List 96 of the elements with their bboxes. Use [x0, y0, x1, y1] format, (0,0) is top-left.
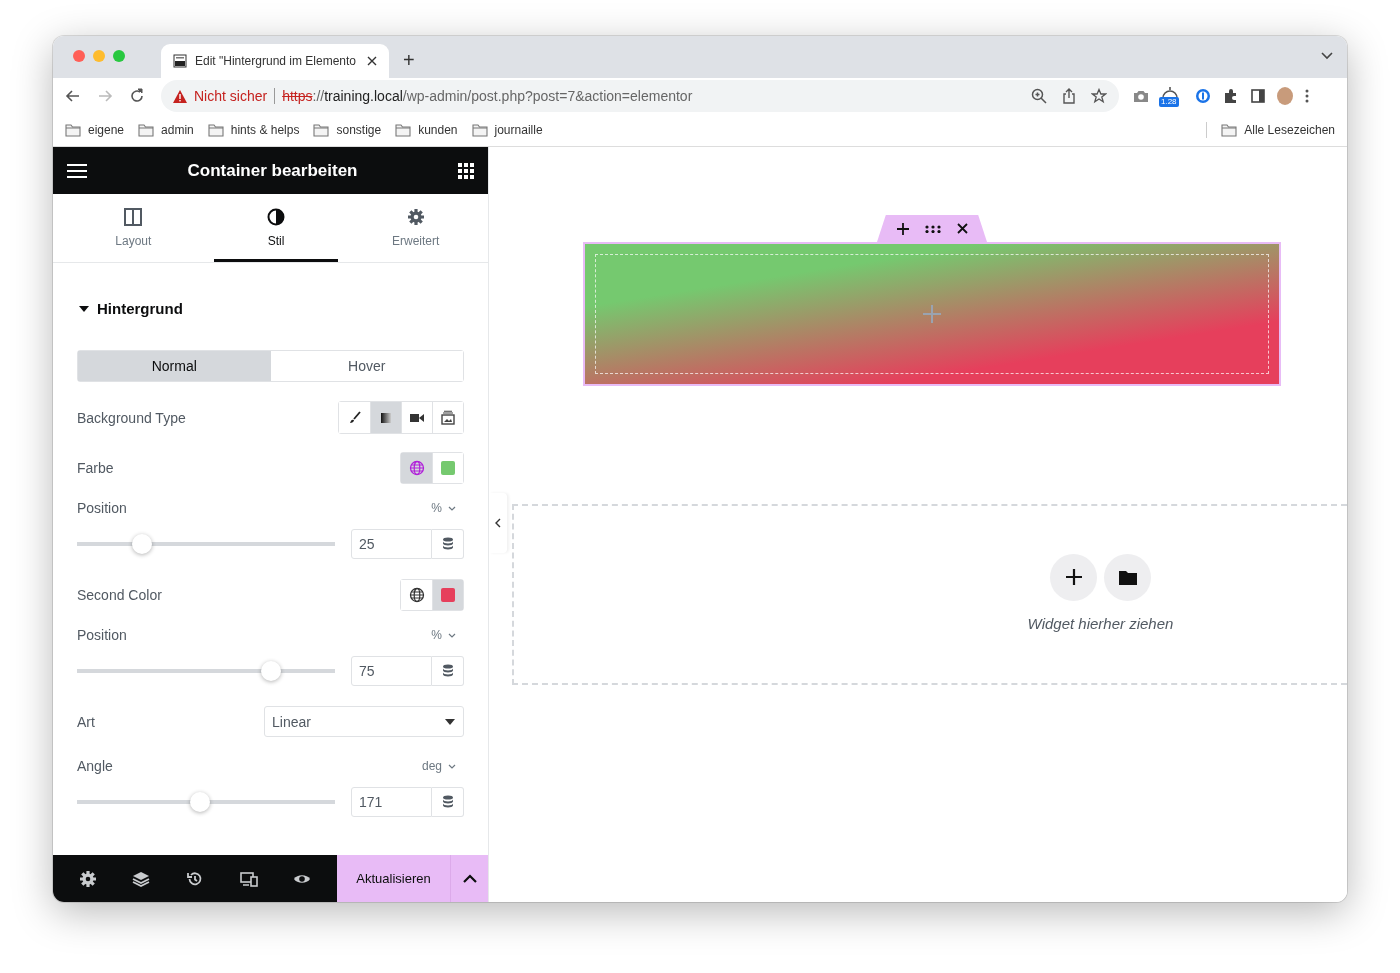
- bookmark-link[interactable]: journaille: [494, 123, 543, 137]
- slideshow-icon: [440, 409, 456, 426]
- caret-down-icon: [445, 718, 455, 725]
- gradient-container[interactable]: [583, 242, 1281, 386]
- folder-icon: [1118, 569, 1137, 585]
- slider-thumb[interactable]: [189, 791, 210, 812]
- field-label: Position: [77, 627, 127, 643]
- gear-icon: [406, 208, 425, 226]
- history-icon[interactable]: [186, 869, 204, 888]
- slider-thumb[interactable]: [131, 533, 152, 554]
- unit-selector[interactable]: %: [431, 501, 456, 515]
- panel-title: Container bearbeiten: [187, 160, 358, 181]
- state-tab[interactable]: Normal: [78, 351, 271, 381]
- database-icon: [441, 795, 454, 808]
- section-toggle[interactable]: Hintergrund: [79, 300, 464, 317]
- folder-icon[interactable]: [471, 123, 488, 137]
- chevron-down-icon: [448, 632, 456, 638]
- drop-zone-hint: Widget hierher ziehen: [1027, 614, 1174, 632]
- close-icon[interactable]: [956, 223, 968, 234]
- more-icon[interactable]: [1305, 88, 1309, 104]
- globe-icon: [408, 459, 425, 476]
- field-label: Background Type: [77, 409, 186, 426]
- puzzle-icon[interactable]: [1223, 88, 1239, 104]
- chevron-down-icon: [448, 763, 456, 769]
- chevron-down-icon: [448, 505, 456, 511]
- field-label: Art: [77, 713, 95, 730]
- field-label: Angle: [77, 758, 113, 774]
- bookmark-link[interactable]: kunden: [418, 123, 458, 137]
- plus-icon[interactable]: [896, 222, 909, 235]
- globe-icon: [408, 586, 425, 603]
- database-icon: [441, 664, 454, 677]
- slider-thumb[interactable]: [260, 660, 281, 681]
- dynamic-tags-button[interactable]: [432, 786, 464, 817]
- chevron-down-icon[interactable]: [1321, 52, 1333, 60]
- folder-icon[interactable]: [395, 123, 412, 137]
- extension-badge: 1.28: [1159, 97, 1179, 107]
- bookmark-link[interactable]: hints & helps: [230, 123, 300, 137]
- panel-tab[interactable]: Erweitert: [353, 197, 478, 262]
- favicon-icon: [173, 54, 187, 68]
- zoom-icon[interactable]: [1031, 88, 1047, 104]
- settings-icon[interactable]: [78, 869, 97, 888]
- folder-icon[interactable]: [1221, 123, 1238, 137]
- field-label: Position: [77, 500, 127, 516]
- global-colors-button[interactable]: [401, 452, 432, 483]
- address-bar[interactable]: Nicht sicher https://training.local/wp-admin/post.php?post=7&action=elementor: [161, 80, 1119, 112]
- color-picker-button[interactable]: [432, 579, 463, 610]
- share-icon[interactable]: [1061, 88, 1077, 104]
- folder-icon[interactable]: [207, 123, 224, 137]
- panel-tab[interactable]: Stil: [213, 197, 339, 262]
- number-input[interactable]: 171: [351, 786, 432, 817]
- plus-icon: [1065, 569, 1082, 585]
- bookmark-link[interactable]: sonstige: [336, 123, 382, 137]
- options-button[interactable]: [450, 855, 488, 902]
- template-library-button[interactable]: [1104, 553, 1151, 601]
- folder-icon[interactable]: [65, 123, 81, 137]
- menu-icon[interactable]: [67, 162, 87, 179]
- update-button[interactable]: Aktualisieren: [337, 855, 450, 902]
- unit-selector[interactable]: %: [431, 628, 456, 642]
- bookmark-link[interactable]: eigene: [88, 123, 125, 137]
- chevron-left-icon: [495, 518, 501, 528]
- new-tab-button[interactable]: +: [389, 49, 415, 78]
- folder-icon[interactable]: [138, 123, 155, 137]
- add-widget-button[interactable]: [1050, 553, 1097, 601]
- color-picker-button[interactable]: [432, 452, 463, 483]
- field-label: Farbe: [77, 459, 114, 476]
- sidebar-icon[interactable]: [1251, 89, 1265, 103]
- folder-icon[interactable]: [313, 123, 330, 137]
- extension-icon[interactable]: [1161, 87, 1179, 99]
- columns-icon: [124, 208, 143, 226]
- layers-icon[interactable]: [132, 869, 151, 888]
- chevron-up-icon: [462, 874, 477, 883]
- tab-title: Edit "Hintergrund im Elemento: [195, 54, 357, 68]
- bookmark-link[interactable]: admin: [161, 123, 194, 137]
- bookmark-link[interactable]: Alle Lesezeichen: [1244, 123, 1335, 137]
- dynamic-tags-button[interactable]: [432, 655, 464, 686]
- caret-down-icon: [79, 303, 89, 314]
- responsive-icon[interactable]: [239, 869, 258, 888]
- apps-grid-icon[interactable]: [458, 162, 474, 179]
- contrast-icon: [267, 208, 285, 226]
- camera-icon[interactable]: [1133, 89, 1149, 103]
- drag-handle-icon[interactable]: [924, 224, 941, 233]
- browser-tab[interactable]: Edit "Hintergrund im Elemento: [161, 44, 389, 78]
- url-text: https://training.local/wp-admin/post.php?post=7&action=elementor: [282, 88, 694, 104]
- number-input[interactable]: 25: [351, 528, 432, 559]
- close-icon[interactable]: [367, 56, 377, 66]
- panel-tab[interactable]: Layout: [71, 197, 196, 262]
- warning-icon: [173, 89, 187, 103]
- star-icon[interactable]: [1091, 88, 1107, 104]
- dynamic-tags-button[interactable]: [432, 528, 464, 559]
- number-input[interactable]: 75: [351, 655, 432, 686]
- select-field[interactable]: Linear: [264, 706, 464, 737]
- unit-selector[interactable]: deg: [421, 759, 456, 773]
- password-manager-icon[interactable]: [1195, 88, 1211, 104]
- database-icon: [441, 537, 454, 550]
- field-label: Second Color: [77, 586, 162, 603]
- security-warning[interactable]: Nicht sicher: [194, 88, 268, 104]
